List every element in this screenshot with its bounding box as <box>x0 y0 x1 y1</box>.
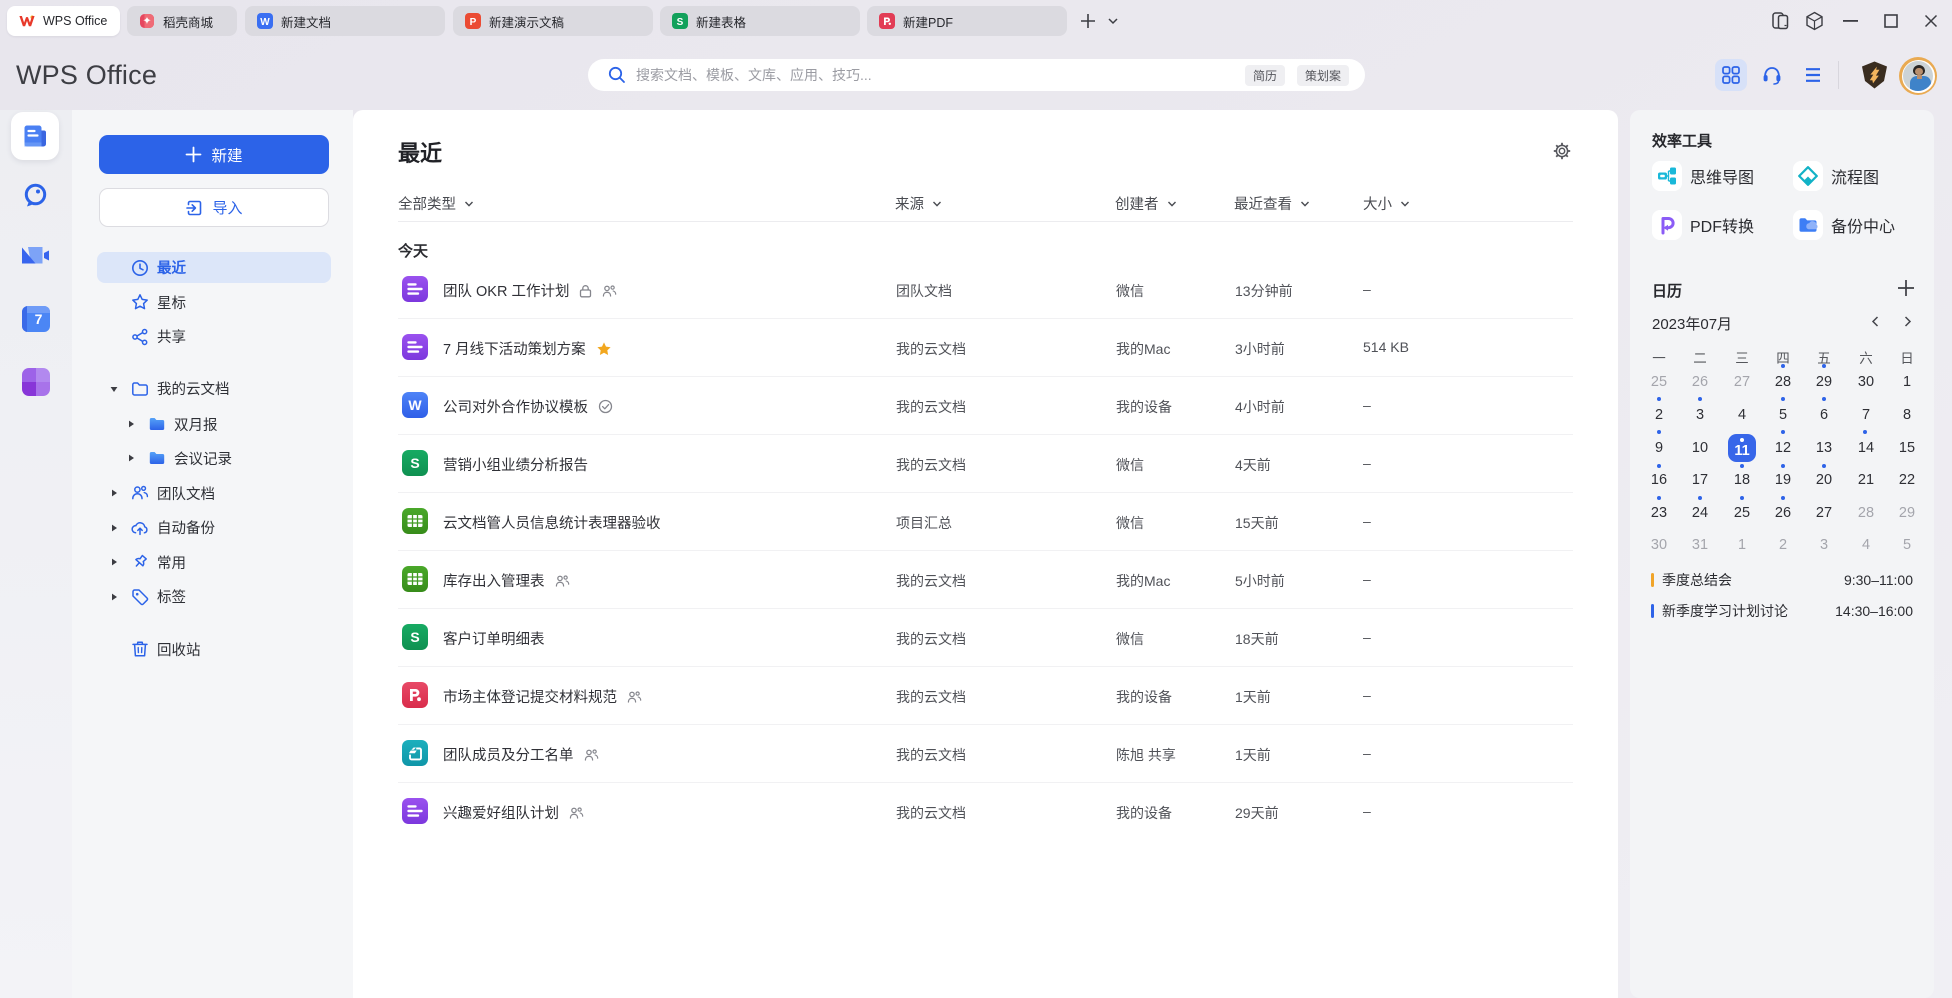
svg-text:S: S <box>410 455 419 471</box>
svg-text:P: P <box>470 17 477 28</box>
svg-text:W: W <box>260 17 270 28</box>
svg-text:S: S <box>410 629 419 645</box>
svg-text:S: S <box>677 17 684 28</box>
svg-text:W: W <box>408 397 422 413</box>
